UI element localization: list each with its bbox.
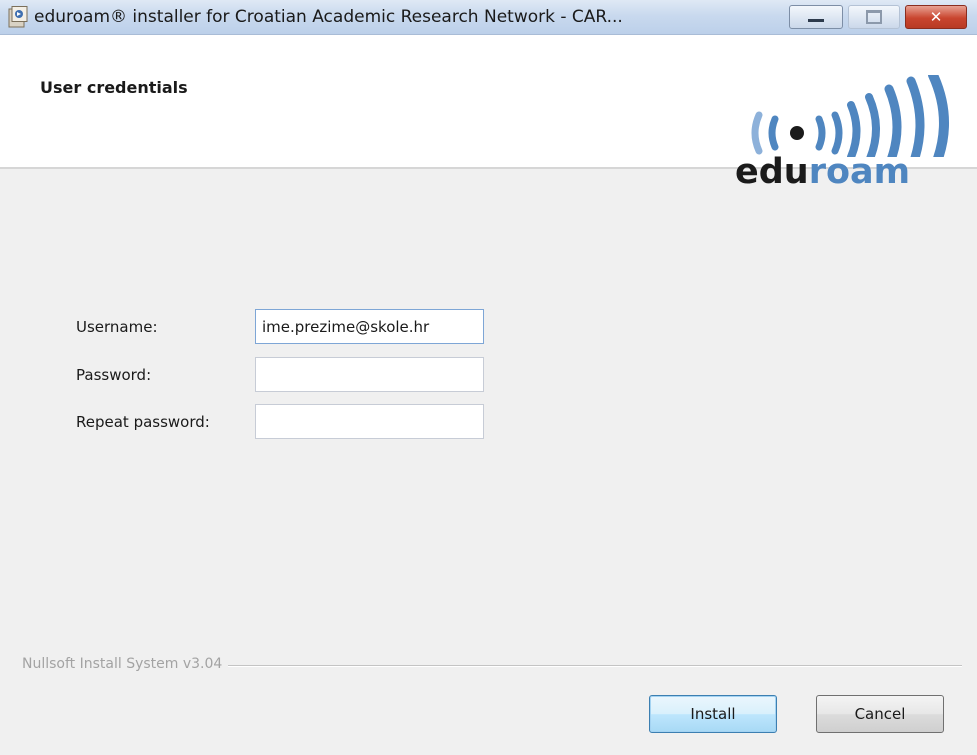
close-button[interactable]: ✕ xyxy=(905,5,967,29)
repeat-password-input[interactable] xyxy=(255,404,484,439)
maximize-button xyxy=(848,5,900,29)
maximize-icon xyxy=(866,10,882,24)
close-icon: ✕ xyxy=(929,7,943,26)
logo-edu-text: edu xyxy=(735,152,809,192)
password-label: Password: xyxy=(76,366,152,384)
eduroam-wordmark: eduroam xyxy=(735,155,910,190)
minimize-icon xyxy=(808,18,824,22)
nsis-installer-icon xyxy=(8,6,28,28)
installer-window: eduroam® installer for Croatian Academic… xyxy=(0,0,977,755)
repeat-password-label: Repeat password: xyxy=(76,413,210,431)
minimize-button[interactable] xyxy=(789,5,843,29)
title-bar[interactable]: eduroam® installer for Croatian Academic… xyxy=(0,0,977,35)
page-title: User credentials xyxy=(40,78,188,97)
wifi-waves-icon xyxy=(751,75,949,157)
cancel-button[interactable]: Cancel xyxy=(816,695,944,733)
logo-roam-text: roam xyxy=(808,152,911,192)
branding-text: Nullsoft Install System v3.04 xyxy=(22,656,229,672)
branding-separator: Nullsoft Install System v3.04 xyxy=(22,656,962,672)
username-input[interactable] xyxy=(255,309,484,344)
username-label: Username: xyxy=(76,318,158,336)
eduroam-logo: eduroam xyxy=(735,75,965,195)
header-panel: User credentials eduroam xyxy=(0,35,977,190)
window-title: eduroam® installer for Croatian Academic… xyxy=(34,7,623,27)
password-input[interactable] xyxy=(255,357,484,392)
install-button[interactable]: Install xyxy=(649,695,777,733)
